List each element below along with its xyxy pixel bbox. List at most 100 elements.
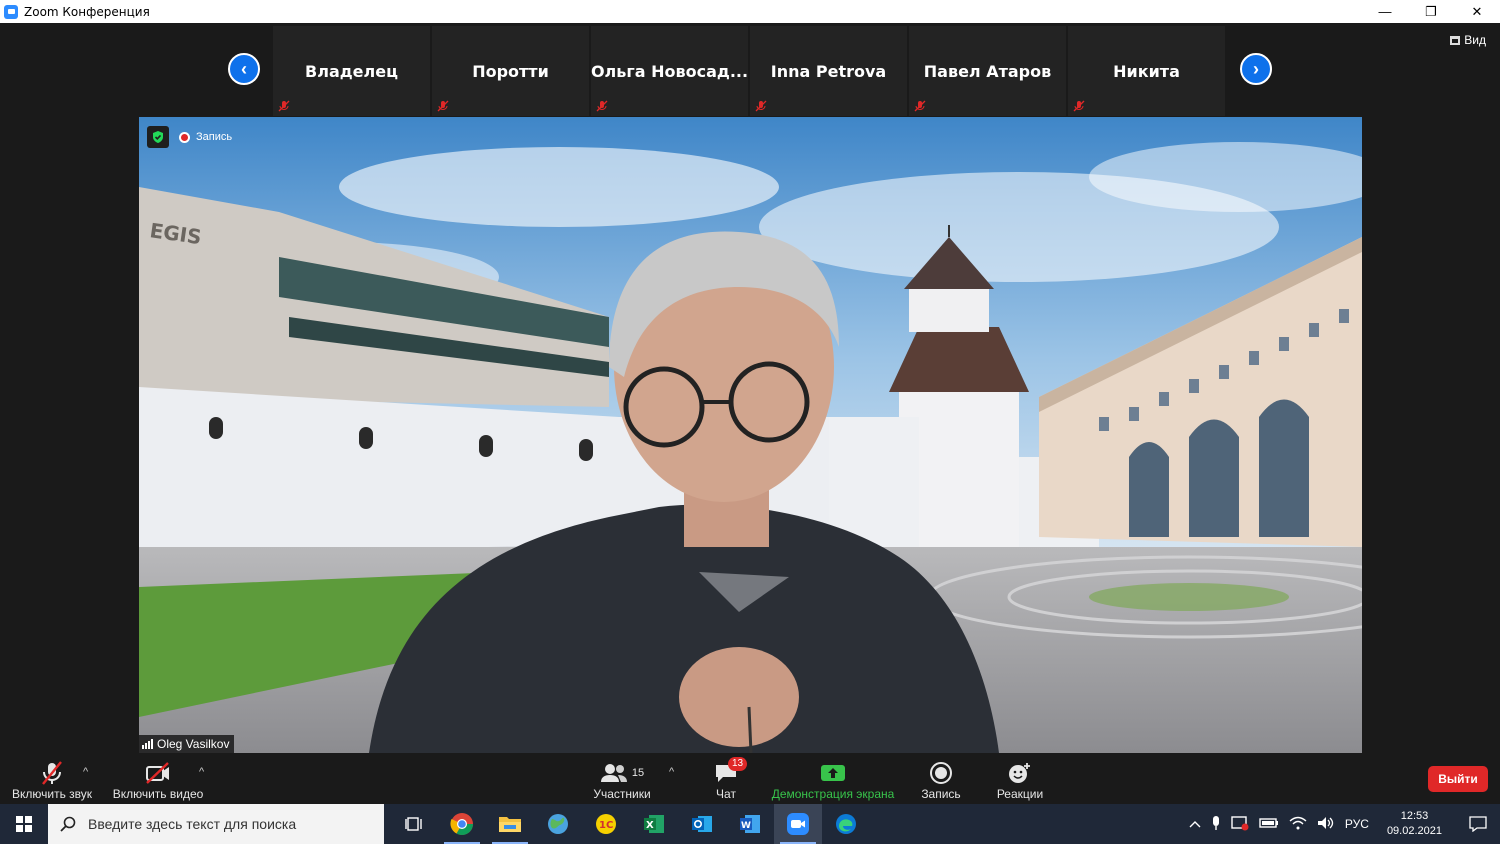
recording-indicator[interactable]: Запись	[179, 131, 232, 143]
1c-icon: 1С	[596, 814, 616, 834]
audio-options-caret[interactable]: ^	[83, 766, 88, 778]
participant-name: Ольга Новосад...	[590, 61, 749, 81]
recording-label: Запись	[196, 131, 233, 143]
smiley-icon	[1009, 763, 1030, 783]
share-screen-icon	[821, 765, 845, 781]
participants-options-caret[interactable]: ^	[669, 766, 674, 778]
zoom-app-icon	[4, 4, 18, 19]
chat-button[interactable]: 13 Чат	[704, 756, 748, 804]
window-controls: — ❐ ✕	[1362, 0, 1500, 23]
outlook-icon	[692, 816, 712, 832]
speaker-video[interactable]: EGIS Запись Oleg Vasilkov	[139, 117, 1362, 753]
input-language[interactable]: РУС	[1345, 817, 1369, 831]
volume-icon[interactable]	[1317, 816, 1335, 833]
file-explorer-taskbar-button[interactable]	[486, 804, 534, 844]
close-button[interactable]: ✕	[1454, 0, 1500, 23]
signal-icon	[142, 739, 153, 749]
outlook-taskbar-button[interactable]	[678, 804, 726, 844]
clock-time: 12:53	[1400, 810, 1429, 822]
svg-text:X: X	[646, 820, 654, 831]
participant-tile[interactable]: Павел Атаров	[909, 26, 1066, 116]
title-bar: Zoom Конференция — ❐ ✕	[0, 0, 1500, 23]
prev-page-button[interactable]: ‹	[228, 53, 260, 85]
battery-icon[interactable]	[1259, 817, 1279, 832]
notifications-button[interactable]	[1466, 812, 1490, 836]
search-placeholder: Введите здесь текст для поиска	[88, 816, 297, 832]
microphone-icon[interactable]	[1211, 815, 1221, 834]
reactions-button[interactable]: Реакции	[992, 756, 1048, 804]
task-view-icon	[405, 817, 422, 831]
clock[interactable]: 12:53 09.02.2021	[1387, 809, 1442, 839]
participant-name: Павел Атаров	[923, 61, 1052, 81]
share-screen-label: Демонстрация экрана	[771, 787, 895, 801]
participant-strip: Владелец Поротти Ольга Новосад... Inna P…	[273, 26, 1225, 116]
edge-icon	[836, 814, 856, 834]
chat-label: Чат	[716, 787, 736, 801]
1c-taskbar-button[interactable]: 1С	[582, 804, 630, 844]
clock-date: 09.02.2021	[1386, 825, 1442, 837]
participant-tile[interactable]: Владелец	[273, 26, 430, 116]
muted-mic-icon	[914, 100, 926, 112]
next-page-button[interactable]: ›	[1240, 53, 1272, 85]
video-frame: EGIS	[139, 117, 1362, 753]
participant-tile[interactable]: Поротти	[432, 26, 589, 116]
muted-mic-icon	[755, 100, 767, 112]
record-icon	[930, 762, 952, 784]
word-taskbar-button[interactable]: W	[726, 804, 774, 844]
view-label: Вид	[1464, 33, 1486, 47]
participant-tile[interactable]: Ольга Новосад...	[591, 26, 748, 116]
video-options-caret[interactable]: ^	[199, 766, 204, 778]
grid-icon	[1450, 35, 1461, 45]
participant-tile[interactable]: Inna Petrova	[750, 26, 907, 116]
record-button[interactable]: Запись	[914, 756, 968, 804]
unmute-button[interactable]: Включить звук	[10, 756, 94, 804]
speaker-name: Oleg Vasilkov	[157, 737, 230, 751]
maps-taskbar-button[interactable]	[534, 804, 582, 844]
search-icon	[60, 816, 76, 832]
chevron-left-icon: ‹	[241, 58, 247, 79]
chat-badge: 13	[728, 757, 748, 771]
minimize-button[interactable]: —	[1362, 0, 1408, 23]
participants-label: Участники	[593, 787, 651, 801]
view-button[interactable]: Вид	[1450, 33, 1486, 47]
zoom-icon	[787, 813, 809, 835]
excel-icon: X	[644, 815, 664, 833]
show-hidden-icons-chevron-icon[interactable]	[1189, 817, 1201, 831]
participant-name: Владелец	[305, 61, 398, 81]
window-title: Zoom Конференция	[24, 4, 150, 19]
start-button[interactable]	[0, 804, 48, 844]
record-dot-icon	[179, 131, 190, 143]
meeting-status: Запись	[147, 126, 232, 148]
globe-icon	[548, 814, 568, 834]
taskbar-search[interactable]: Введите здесь текст для поиска	[48, 804, 384, 844]
unmute-label: Включить звук	[11, 787, 93, 801]
task-view-button[interactable]	[390, 804, 438, 844]
reactions-label: Реакции	[996, 787, 1044, 801]
record-label: Запись	[921, 787, 961, 801]
start-video-button[interactable]: Включить видео	[110, 756, 206, 804]
excel-taskbar-button[interactable]: X	[630, 804, 678, 844]
windows-taskbar: Введите здесь текст для поиска 1С X W РУ…	[0, 804, 1500, 844]
edge-taskbar-button[interactable]	[822, 804, 870, 844]
muted-mic-icon	[1073, 100, 1085, 112]
participant-name: Никита	[1113, 61, 1180, 81]
screen-record-icon[interactable]	[1231, 815, 1249, 834]
wifi-icon[interactable]	[1289, 816, 1307, 833]
meeting-toolbar: Включить звук ^ Включить видео ^ 15 Учас…	[0, 756, 1500, 804]
share-screen-button[interactable]: Демонстрация экрана	[768, 756, 898, 804]
system-tray: РУС 12:53 09.02.2021	[1189, 809, 1500, 839]
zoom-taskbar-button[interactable]	[774, 804, 822, 844]
leave-button[interactable]: Выйти	[1428, 766, 1488, 792]
muted-mic-icon	[437, 100, 449, 112]
notification-icon	[1469, 816, 1487, 832]
muted-mic-icon	[42, 761, 62, 785]
taskbar-apps: 1С X W	[390, 804, 870, 844]
security-shield-icon[interactable]	[147, 126, 169, 148]
restore-button[interactable]: ❐	[1408, 0, 1454, 23]
participants-button[interactable]: 15 Участники	[590, 756, 654, 804]
chrome-icon	[450, 813, 473, 835]
meeting-area: Вид ‹ Владелец Поротти Ольга Новосад... …	[0, 23, 1500, 804]
video-off-icon	[146, 762, 169, 784]
chrome-taskbar-button[interactable]	[438, 804, 486, 844]
participant-tile[interactable]: Никита	[1068, 26, 1225, 116]
